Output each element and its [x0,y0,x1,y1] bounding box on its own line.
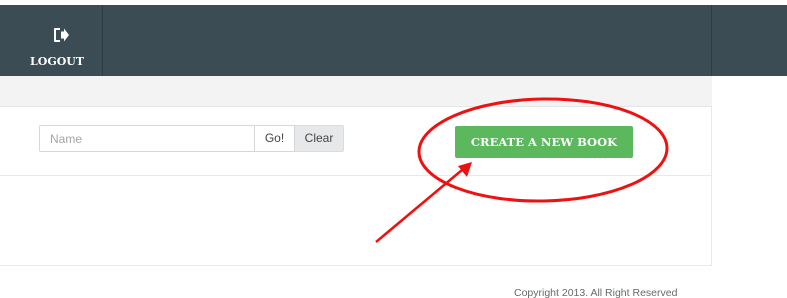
navbar-divider [102,5,103,76]
search-input[interactable] [39,125,254,152]
create-new-book-button[interactable]: CREATE A NEW BOOK [455,126,633,158]
logout-button[interactable]: LOGOUT [20,5,85,76]
navbar-divider [711,5,712,76]
books-panel: Go! Clear CREATE A NEW BOOK [0,107,712,266]
logout-icon [54,28,69,42]
panel-divider [0,175,711,176]
page: LOGOUT Go! Clear CREATE A NEW BOOK Copyr… [0,0,787,298]
clear-button[interactable]: Clear [295,125,344,152]
top-navbar: LOGOUT [0,5,787,76]
footer-copyright: Copyright 2013. All Right Reserved [514,287,678,298]
logout-label: LOGOUT [30,55,85,68]
breadcrumb-bar [0,76,712,107]
go-button[interactable]: Go! [254,125,295,152]
